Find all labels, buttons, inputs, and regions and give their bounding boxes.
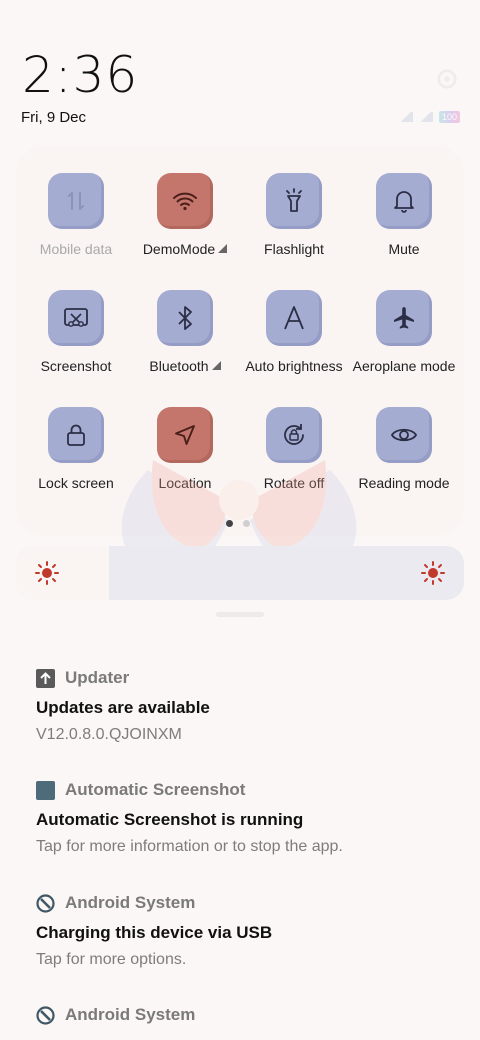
tile-mute[interactable]: Mute bbox=[349, 173, 459, 257]
tile-mobile-data[interactable]: Mobile data bbox=[21, 173, 131, 257]
android-system-icon bbox=[36, 893, 55, 913]
notification-android-system[interactable]: Android System bbox=[36, 1005, 456, 1025]
notification-auto-screenshot[interactable]: Automatic Screenshot Automatic Screensho… bbox=[36, 780, 456, 856]
drag-handle[interactable] bbox=[216, 612, 264, 617]
clock[interactable]: 2:36 bbox=[22, 46, 138, 104]
tile-label: Flashlight bbox=[264, 241, 324, 257]
tile-label: DemoMode bbox=[142, 241, 216, 257]
page-dot-active bbox=[226, 520, 233, 527]
brightness-high-icon bbox=[421, 561, 445, 585]
notification-app-name: Automatic Screenshot bbox=[65, 780, 246, 799]
notification-app-row: Android System bbox=[36, 893, 456, 913]
demomode-button[interactable] bbox=[157, 173, 213, 229]
tile-label: Lock screen bbox=[38, 475, 114, 491]
mute-button[interactable] bbox=[376, 173, 432, 229]
flashlight-icon bbox=[286, 188, 302, 212]
tile-label: Mobile data bbox=[39, 241, 113, 257]
date[interactable]: Fri, 9 Dec bbox=[21, 109, 86, 126]
notification-title: Automatic Screenshot is running bbox=[36, 810, 304, 829]
brightness-slider-fill bbox=[16, 546, 109, 600]
bluetooth-icon bbox=[178, 306, 192, 330]
tile-bluetooth[interactable]: Bluetooth bbox=[130, 290, 240, 374]
page-indicator bbox=[226, 520, 250, 527]
eye-icon bbox=[390, 428, 418, 442]
screenshot-app-icon bbox=[36, 780, 55, 800]
tile-label-wrap: DemoMode bbox=[130, 241, 240, 257]
page-dot bbox=[243, 520, 250, 527]
tile-reading-mode[interactable]: Reading mode bbox=[349, 407, 459, 491]
brightness-slider[interactable] bbox=[16, 546, 464, 600]
notification-app-row: Automatic Screenshot bbox=[36, 780, 456, 800]
tile-lock-screen[interactable]: Lock screen bbox=[21, 407, 131, 491]
rotate-button[interactable] bbox=[266, 407, 322, 463]
notification-app-row: Updater bbox=[36, 668, 456, 688]
tile-label: Bluetooth bbox=[149, 358, 209, 374]
expand-triangle-icon[interactable] bbox=[218, 244, 228, 253]
signal-icon bbox=[398, 112, 413, 122]
expand-triangle-icon[interactable] bbox=[211, 361, 221, 370]
screenshot-button[interactable] bbox=[48, 290, 104, 346]
lock-icon bbox=[67, 424, 85, 446]
tile-demomode[interactable]: DemoMode bbox=[130, 173, 240, 257]
notification-body: V12.0.8.0.QJOINXM bbox=[36, 726, 182, 743]
android-system-icon bbox=[36, 1005, 55, 1025]
notification-title: Updates are available bbox=[36, 698, 210, 717]
battery-indicator: 100 bbox=[438, 111, 460, 123]
notification-title: Charging this device via USB bbox=[36, 923, 273, 942]
notification-android-usb[interactable]: Android System Charging this device via … bbox=[36, 893, 456, 969]
tile-label: Reading mode bbox=[358, 475, 450, 491]
notification-updater[interactable]: Updater Updates are available V12.0.8.0.… bbox=[36, 668, 456, 744]
notification-app-row: Android System bbox=[36, 1005, 456, 1025]
notification-app-name: Updater bbox=[65, 668, 130, 687]
tile-auto-brightness[interactable]: Auto brightness bbox=[239, 290, 349, 374]
tile-label: Location bbox=[158, 475, 212, 491]
location-icon bbox=[175, 425, 195, 445]
tile-label: Aeroplane mode bbox=[352, 358, 456, 374]
tile-label: Auto brightness bbox=[245, 358, 343, 374]
notification-app-name: Android System bbox=[65, 1005, 196, 1024]
mobile-data-button[interactable] bbox=[48, 173, 104, 229]
wifi-icon bbox=[173, 192, 197, 211]
tile-label: Rotate off bbox=[263, 475, 325, 491]
tile-label: Mute bbox=[388, 241, 420, 257]
notification-app-name: Android System bbox=[65, 893, 196, 912]
auto-brightness-icon bbox=[284, 306, 304, 330]
bell-icon bbox=[394, 191, 414, 213]
lock-screen-button[interactable] bbox=[48, 407, 104, 463]
screenshot-icon bbox=[64, 308, 88, 327]
tile-location[interactable]: Location bbox=[130, 407, 240, 491]
tile-flashlight[interactable]: Flashlight bbox=[239, 173, 349, 257]
rotate-lock-icon bbox=[284, 424, 304, 445]
status-bar-icons: 100 bbox=[398, 110, 460, 124]
flashlight-button[interactable] bbox=[266, 173, 322, 229]
tile-aeroplane[interactable]: Aeroplane mode bbox=[349, 290, 459, 374]
brightness-low-icon bbox=[35, 561, 59, 585]
aeroplane-button[interactable] bbox=[376, 290, 432, 346]
location-button[interactable] bbox=[157, 407, 213, 463]
settings-gear-icon[interactable] bbox=[436, 68, 458, 90]
reading-mode-button[interactable] bbox=[376, 407, 432, 463]
tile-label-wrap: Bluetooth bbox=[130, 358, 240, 374]
auto-brightness-button[interactable] bbox=[266, 290, 322, 346]
signal-icon bbox=[418, 112, 433, 122]
notification-body: Tap for more options. bbox=[36, 951, 187, 968]
tile-rotate[interactable]: Rotate off bbox=[239, 407, 349, 491]
bluetooth-button[interactable] bbox=[157, 290, 213, 346]
aeroplane-icon bbox=[394, 307, 414, 329]
tile-label: Screenshot bbox=[40, 358, 112, 374]
tile-screenshot[interactable]: Screenshot bbox=[21, 290, 131, 374]
notification-body: Tap for more information or to stop the … bbox=[36, 838, 343, 855]
mobile-data-icon bbox=[68, 192, 84, 210]
upload-arrow-icon bbox=[36, 668, 55, 688]
